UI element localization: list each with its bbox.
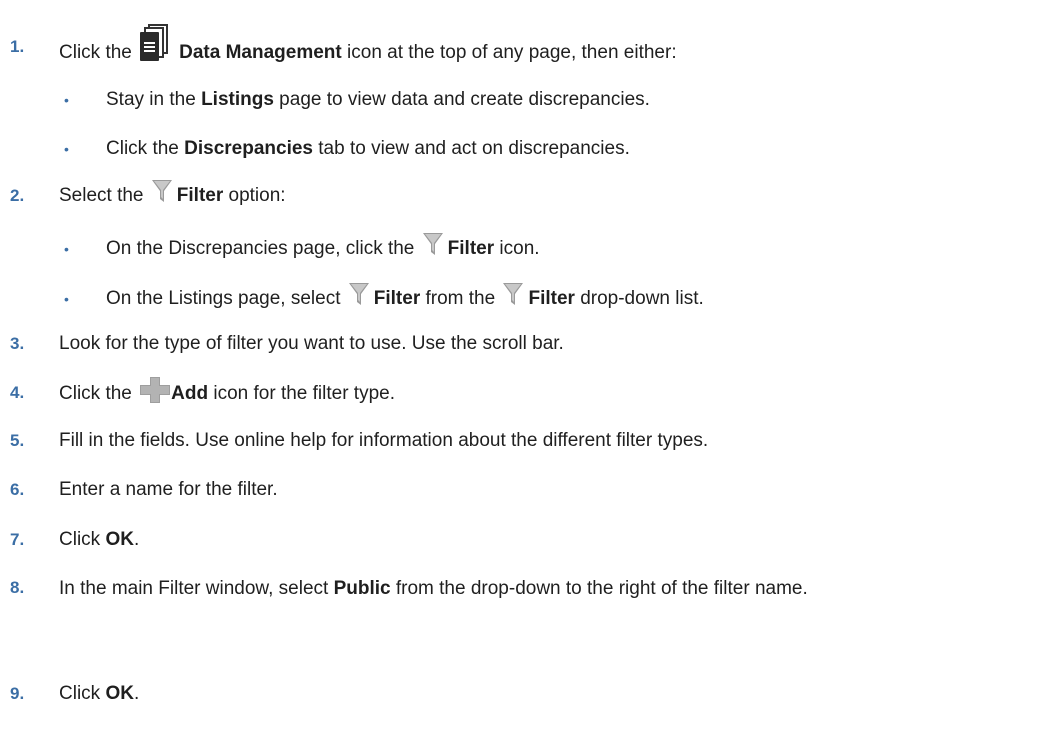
- step-text: Enter a name for the filter.: [59, 479, 278, 500]
- step-number: 9.: [10, 684, 25, 703]
- filter-icon: [151, 178, 173, 204]
- step-number: 6.: [10, 480, 25, 499]
- step-text: Click: [59, 529, 106, 550]
- bullet: •: [64, 141, 69, 157]
- step-text: Click: [59, 683, 106, 704]
- ok-label: OK: [105, 683, 134, 704]
- step-text: from the drop-down to the right of the f…: [390, 578, 808, 599]
- bullet: •: [64, 92, 69, 108]
- step-text: Click the: [59, 42, 138, 64]
- step-text: Click the: [59, 383, 138, 405]
- bullet-text: On the Discrepancies page, click the: [106, 238, 420, 260]
- step-number: 5.: [10, 431, 25, 450]
- step-number: 2.: [10, 186, 25, 205]
- bullet-text: page to view data and create discrepanci…: [273, 89, 650, 110]
- bullet-bold: Discrepancies: [184, 138, 313, 159]
- step-text: icon for the filter type.: [208, 383, 395, 405]
- step-text: option:: [223, 185, 286, 207]
- bullet-bold: Listings: [201, 89, 274, 110]
- bullet-text: Click the: [106, 138, 185, 159]
- filter-label: Filter: [176, 185, 224, 207]
- step-text: .: [133, 529, 140, 550]
- ok-label: OK: [105, 529, 134, 550]
- step-text: .: [133, 683, 140, 704]
- add-icon: [139, 376, 171, 404]
- bullet: •: [64, 291, 69, 307]
- step-number: 7.: [10, 530, 25, 549]
- data-management-label: Data Management: [179, 42, 342, 64]
- bullet-text: icon.: [494, 238, 540, 260]
- data-management-icon: [139, 24, 169, 62]
- step-text: In the main Filter window, select: [59, 578, 334, 599]
- add-label: Add: [171, 383, 209, 405]
- public-label: Public: [333, 578, 391, 599]
- bullet-text: On the Listings page, select: [106, 288, 346, 310]
- step-number: 4.: [10, 383, 25, 402]
- filter-icon: [502, 281, 524, 307]
- instruction-list: 1. Click the Data Management icon at the…: [0, 0, 1042, 734]
- bullet-text: tab to view and act on discrepancies.: [313, 138, 630, 159]
- bullet-bold: Filter: [373, 288, 421, 310]
- filter-icon: [348, 281, 370, 307]
- bullet-text: from the: [420, 288, 501, 310]
- bullet-text: drop-down list.: [574, 288, 704, 310]
- step-text: Fill in the fields. Use online help for …: [59, 430, 709, 451]
- step-number: 8.: [10, 578, 25, 597]
- step-text: icon at the top of any page, then either…: [341, 42, 677, 64]
- step-text: Look for the type of filter you want to …: [59, 333, 564, 354]
- bullet: •: [64, 241, 69, 257]
- bullet-bold: Filter: [447, 238, 495, 260]
- step-text: Select the: [59, 185, 149, 207]
- bullet-bold: Filter: [528, 288, 575, 310]
- step-number: 3.: [10, 334, 25, 353]
- step-number: 1.: [10, 37, 25, 56]
- bullet-text: Stay in the: [106, 89, 202, 110]
- filter-icon: [422, 231, 444, 257]
